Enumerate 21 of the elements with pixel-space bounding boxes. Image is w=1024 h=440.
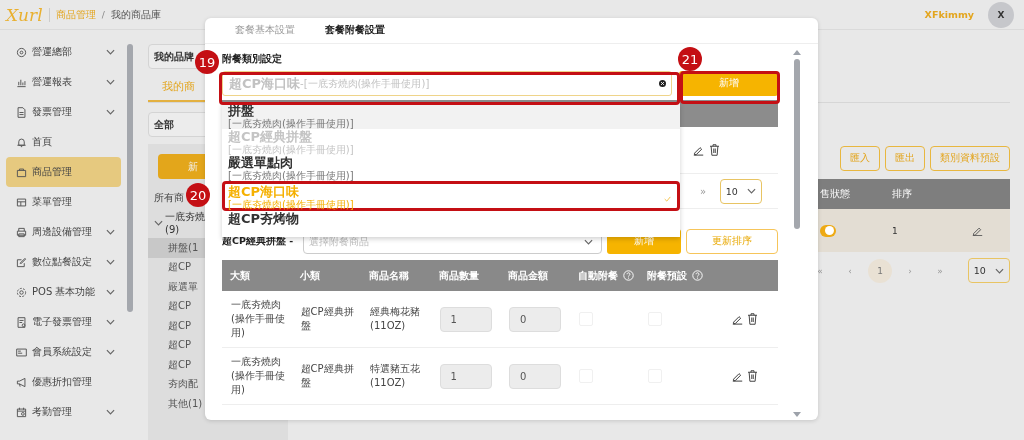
column-header: 商品數量 [438,268,479,283]
column-header: 商品金額 [508,268,548,283]
field-label: 附餐類別設定 [222,52,282,66]
breadcrumb-separator: / [101,9,105,20]
table-cell-text: 1 [892,225,899,236]
column-header: 附餐預設 [647,268,687,283]
table-cell-text: 一底夯燒肉(操作手冊使用) [230,298,286,340]
logo: Xurl [6,4,43,25]
column-header: 排序 [892,187,913,201]
column-header: 商品名稱 [369,268,409,283]
table-cell-text: 特選豬五花(11OZ) [369,362,421,390]
column-header: 小類 [299,268,320,283]
table-cell-text: 超CP經典拼盤 [299,305,355,333]
table-cell-text: 一底夯燒肉(操作手冊使用) [230,355,286,397]
column-header: 售狀態 [819,187,851,201]
breadcrumb-item: 我的商品庫 [110,7,161,22]
tree-group-count: (9) [165,224,181,235]
table-cell-text: 經典梅花豬(11OZ) [369,305,421,333]
table-cell-text: 超CP經典拼盤 [299,362,355,390]
column-header: 自動附餐 [577,268,618,283]
column-header: 大類 [230,268,250,283]
